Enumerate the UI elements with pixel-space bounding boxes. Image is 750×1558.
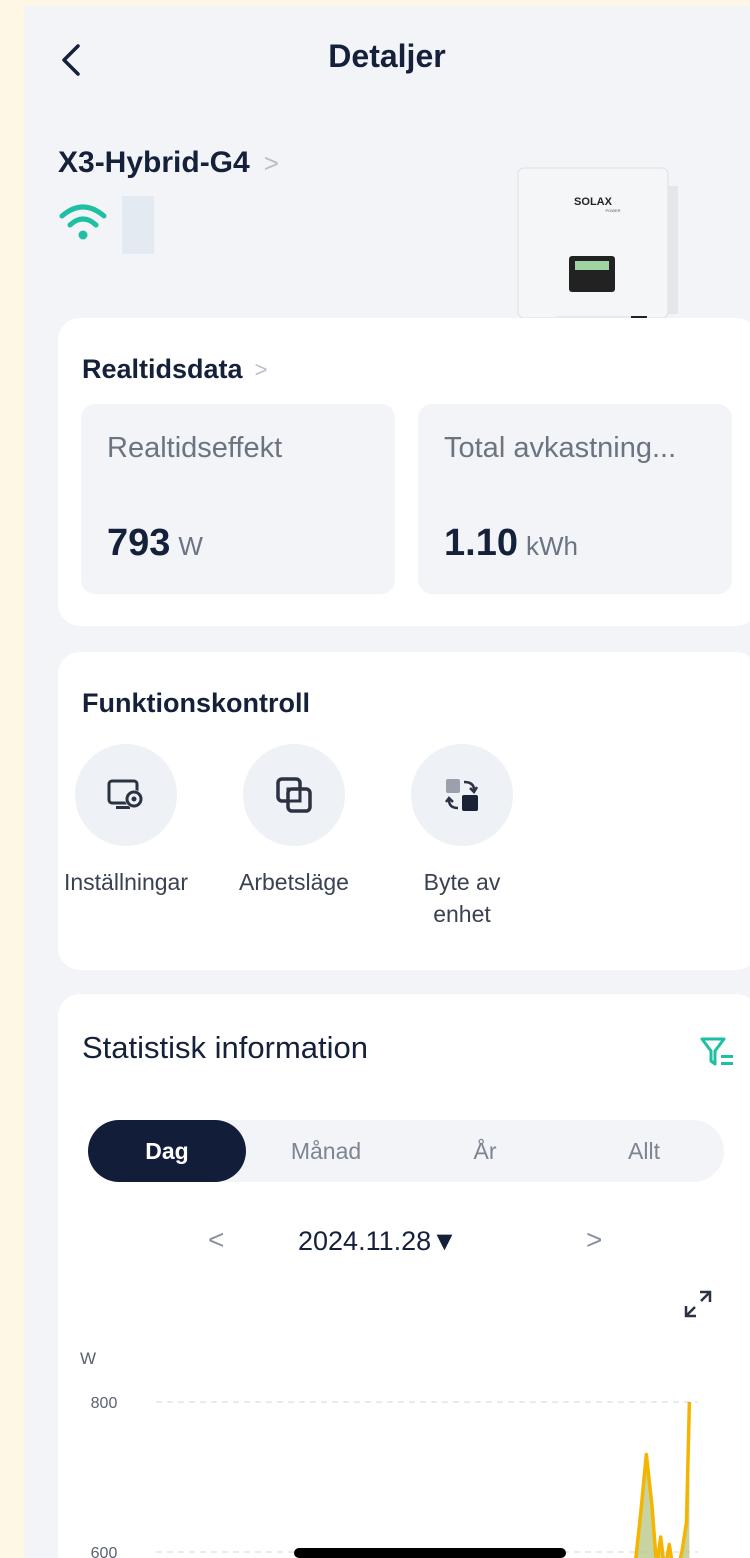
power-tile: Realtidseffekt 793 W xyxy=(81,404,395,594)
y-tick-label-0: 600 xyxy=(91,1545,118,1558)
tab-all[interactable]: Allt xyxy=(564,1120,724,1182)
settings-monitor-icon xyxy=(107,779,143,809)
switch-device-button[interactable]: Byte av enhet xyxy=(392,744,532,930)
power-label: Realtidseffekt xyxy=(107,432,283,464)
work-mode-icon-circle xyxy=(243,744,345,846)
tab-month[interactable]: Månad xyxy=(246,1120,406,1182)
tab-day[interactable]: Dag xyxy=(88,1120,246,1182)
function-title: Funktionskontroll xyxy=(82,688,310,718)
home-indicator xyxy=(294,1548,566,1558)
realtime-card: Realtidsdata > Realtidseffekt 793 W Tota… xyxy=(58,318,750,626)
power-value: 793 xyxy=(107,522,171,564)
statistics-card: Statistisk information Dag Månad År Allt… xyxy=(58,994,750,1558)
expand-icon[interactable] xyxy=(682,1288,714,1320)
nav-bar: Detaljer xyxy=(24,6,750,106)
yield-unit: kWh xyxy=(525,531,578,561)
statistics-title: Statistisk information xyxy=(82,1030,368,1065)
device-name-link[interactable]: X3-Hybrid-G4 > xyxy=(58,146,279,180)
brand-logo-sub: POWER xyxy=(605,208,620,213)
y-axis-label: W xyxy=(80,1349,96,1368)
tab-year[interactable]: År xyxy=(406,1120,564,1182)
switch-device-icon xyxy=(445,779,479,811)
work-mode-button[interactable]: Arbetsläge xyxy=(224,744,364,898)
yield-value: 1.10 xyxy=(444,522,518,564)
filter-icon[interactable] xyxy=(700,1036,736,1070)
date-picker[interactable]: 2024.11.28▼ xyxy=(298,1226,458,1257)
yield-label: Total avkastning... xyxy=(444,432,677,464)
device-name: X3-Hybrid-G4 xyxy=(58,146,250,179)
app-screen: Detaljer X3-Hybrid-G4 > SOLAX POWER Real… xyxy=(24,6,750,1558)
y-tick-label-1: 800 xyxy=(91,1395,118,1412)
switch-device-icon-circle xyxy=(411,744,513,846)
settings-label: Inställningar xyxy=(63,869,189,895)
power-chart: W 600 800 xyxy=(80,1349,698,1558)
yield-tile: Total avkastning... 1.10 kWh xyxy=(418,404,732,594)
series-line xyxy=(634,1401,692,1558)
signal-placeholder xyxy=(122,196,154,254)
settings-icon-circle xyxy=(75,744,177,846)
power-value-group: 793 W xyxy=(107,522,203,565)
chevron-right-icon: > xyxy=(254,356,268,382)
period-selector: Dag Månad År Allt xyxy=(88,1120,724,1182)
function-card: Funktionskontroll Inställningar Arbetslä… xyxy=(58,652,750,970)
work-mode-label: Arbetsläge xyxy=(239,869,349,895)
date-value: 2024.11.28 xyxy=(298,1226,432,1256)
yield-value-group: 1.10 kWh xyxy=(444,522,578,565)
brand-logo: SOLAX xyxy=(574,196,613,208)
power-unit: W xyxy=(178,531,203,561)
realtime-title: Realtidsdata xyxy=(82,354,243,384)
chevron-right-icon: > xyxy=(263,147,279,178)
page-title: Detaljer xyxy=(328,38,446,74)
previous-date-button[interactable]: < xyxy=(208,1224,224,1256)
settings-button[interactable]: Inställningar xyxy=(56,744,196,898)
switch-device-label: Byte av enhet xyxy=(423,869,501,927)
caret-down-icon: ▼ xyxy=(431,1226,458,1256)
date-navigator: < 2024.11.28▼ > xyxy=(58,1220,750,1270)
realtime-title-link[interactable]: Realtidsdata > xyxy=(82,354,267,385)
next-date-button[interactable]: > xyxy=(586,1224,602,1256)
work-mode-icon xyxy=(276,777,312,813)
wifi-icon xyxy=(59,204,107,240)
